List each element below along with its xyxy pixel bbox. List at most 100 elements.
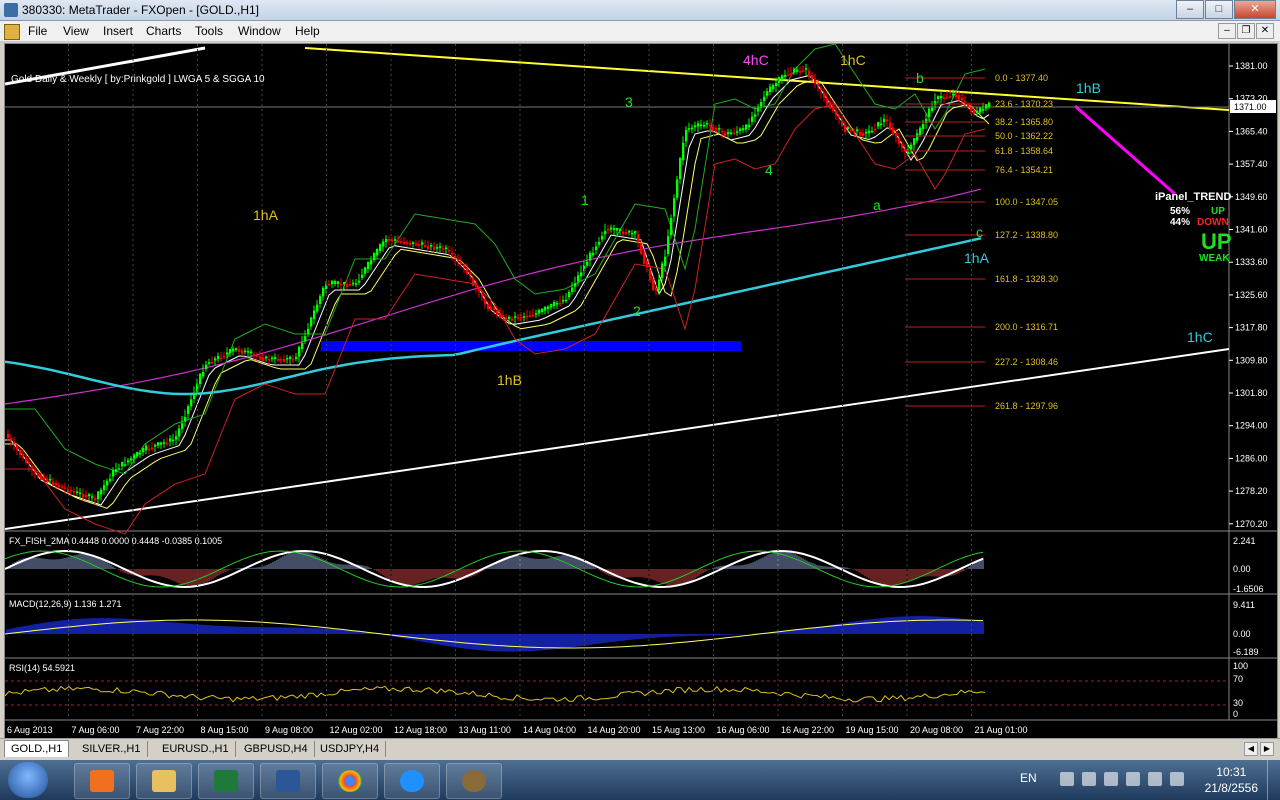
tray-speaker-icon[interactable] (1148, 772, 1162, 786)
tray-input-icon[interactable] (1082, 772, 1096, 786)
candle-body (544, 307, 547, 311)
taskbar-word[interactable] (260, 763, 316, 799)
candle-body (433, 246, 436, 250)
candle-body (715, 128, 718, 133)
clock-time: 10:31 (1216, 765, 1247, 779)
close-button[interactable]: ✕ (1234, 0, 1276, 19)
candle-body (37, 474, 40, 477)
candle-body (169, 438, 172, 442)
menu-window[interactable]: Window (238, 24, 281, 38)
candle-body (973, 110, 976, 114)
wave-label-4: 4 (765, 162, 773, 178)
candle-body (643, 252, 646, 264)
candle-body (448, 250, 451, 252)
candle-body (670, 218, 673, 236)
ipanel-up: UP (1211, 206, 1225, 217)
candle-body (265, 356, 268, 359)
fib-level-label: 50.0 - 1362.22 (995, 131, 1053, 141)
tab-gbpusd-h4[interactable]: GBPUSD,H4 (238, 741, 315, 757)
candle-body (457, 259, 460, 261)
price-tick-label: 1270.20 (1235, 519, 1268, 529)
time-tick-label: 20 Aug 08:00 (910, 725, 963, 735)
taskbar-explorer[interactable] (136, 763, 192, 799)
tab-eurusd-h1[interactable]: EURUSD.,H1 (156, 741, 236, 757)
candle-body (430, 245, 433, 247)
candle-body (979, 107, 982, 113)
menu-help[interactable]: Help (295, 24, 320, 38)
taskbar-internet-explorer[interactable] (384, 763, 440, 799)
tab-gold-h1[interactable]: GOLD.,H1 (4, 740, 70, 757)
candle-body (859, 132, 862, 136)
wave-label-a: a (873, 197, 881, 213)
menu-file[interactable]: File (28, 24, 47, 38)
candle-body (688, 128, 691, 130)
maximize-button[interactable]: □ (1205, 0, 1233, 19)
candle-body (805, 68, 808, 70)
candle-body (487, 304, 490, 309)
candle-body (556, 303, 559, 305)
candle-body (856, 129, 859, 132)
candle-body (382, 241, 385, 247)
menu-view[interactable]: View (63, 24, 89, 38)
candle-body (724, 132, 727, 136)
candle-body (550, 304, 553, 308)
taskbar-metatrader[interactable] (446, 763, 502, 799)
candle-body (79, 492, 82, 495)
taskbar-excel[interactable] (198, 763, 254, 799)
mdi-close-button[interactable]: ✕ (1256, 23, 1274, 39)
show-desktop-button[interactable] (1267, 760, 1280, 800)
tray-flag-icon[interactable] (1104, 772, 1118, 786)
menu-insert[interactable]: Insert (103, 24, 133, 38)
mdi-restore-button[interactable]: ❐ (1237, 23, 1255, 39)
price-tick-label: 1357.40 (1235, 159, 1268, 169)
candle-body (322, 287, 325, 297)
candle-body (706, 123, 709, 125)
candle-body (304, 336, 307, 342)
tab-silver-h1[interactable]: SILVER.,H1 (76, 741, 148, 757)
candle-body (769, 86, 772, 92)
tab-usdjpy-h4[interactable]: USDJPY,H4 (314, 741, 387, 757)
candle-body (319, 296, 322, 304)
rsi-scale-70: 70 (1233, 674, 1243, 684)
candle-body (775, 83, 778, 86)
candle-body (415, 243, 418, 246)
candle-body (247, 351, 250, 353)
candle-body (193, 393, 196, 399)
tray-power-icon[interactable] (1170, 772, 1184, 786)
time-tick-label: 12 Aug 02:00 (330, 725, 383, 735)
candle-body (70, 490, 73, 492)
taskbar-media-player[interactable] (74, 763, 130, 799)
candle-body (337, 281, 340, 284)
fish-caption: FX_FISH_2MA 0.4448 0.0000 0.4448 -0.0385… (9, 536, 222, 546)
taskbar-clock[interactable]: 10:31 21/8/2556 (1205, 764, 1258, 796)
candle-body (757, 108, 760, 112)
candle-body (7, 434, 10, 438)
candle-body (499, 313, 502, 319)
tray-network-icon[interactable] (1126, 772, 1140, 786)
candle-body (496, 310, 499, 315)
start-button[interactable] (8, 762, 48, 798)
tray-help-icon[interactable] (1060, 772, 1074, 786)
tab-next-icon[interactable]: ▶ (1260, 742, 1274, 756)
minimize-button[interactable]: – (1176, 0, 1204, 19)
menu-charts[interactable]: Charts (146, 24, 181, 38)
menu-tools[interactable]: Tools (195, 24, 223, 38)
candle-body (598, 242, 601, 245)
ipanel-weak: WEAK (1199, 253, 1230, 264)
candle-body (184, 416, 187, 422)
candle-body (985, 104, 988, 109)
wave-label-1hB-right: 1hB (1076, 80, 1101, 96)
candle-body (907, 151, 910, 154)
candle-body (316, 304, 319, 312)
candle-body (211, 362, 214, 364)
taskbar-chrome[interactable] (322, 763, 378, 799)
candle-body (226, 352, 229, 355)
candle-body (112, 469, 115, 477)
candle-body (781, 75, 784, 80)
tab-prev-icon[interactable]: ◀ (1244, 742, 1258, 756)
candle-body (547, 306, 550, 309)
language-indicator[interactable]: EN (1020, 771, 1037, 785)
time-tick-label: 16 Aug 06:00 (717, 725, 770, 735)
mdi-minimize-button[interactable]: – (1218, 23, 1236, 39)
chart-window[interactable]: 0.0 - 1377.40 23.6 - 1370.23 38.2 - 1365.8… (4, 43, 1278, 739)
